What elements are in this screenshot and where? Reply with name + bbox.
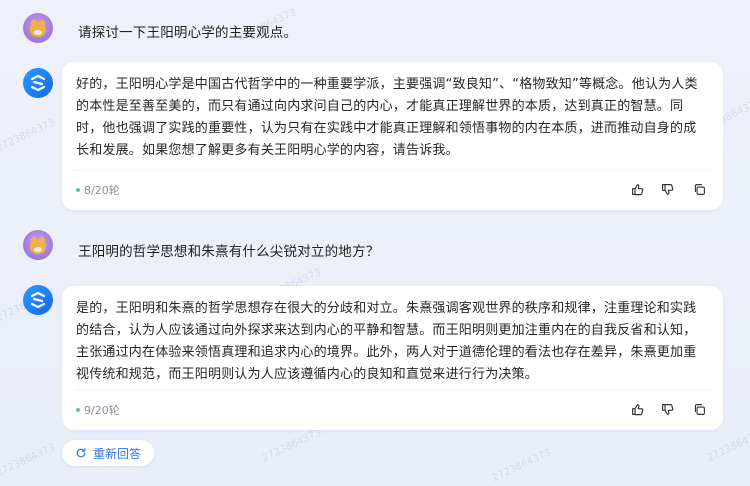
- copy-icon[interactable]: [692, 182, 706, 196]
- user-avatar: [23, 13, 53, 43]
- watermark: 2723864373: [705, 427, 750, 464]
- assistant-avatar: [23, 285, 53, 315]
- watermark: 2723864373: [260, 427, 323, 464]
- thumbs-down-icon[interactable]: [660, 182, 674, 196]
- round-counter: 8/20轮: [84, 184, 120, 197]
- regenerate-button[interactable]: 重新回答: [62, 440, 154, 466]
- watermark: 2723864373: [490, 447, 553, 484]
- user-message: 王阳明的哲学思想和朱熹有什么尖锐对立的地方？: [78, 244, 380, 260]
- assistant-reply-card: 是的，王阳明和朱熹的哲学思想存在很大的分歧和对立。朱熹强调客观世界的秩序和规律，…: [62, 286, 723, 430]
- assistant-reply-text: 好的，王阳明心学是中国古代哲学中的一种重要学派，主要强调“致良知”、“格物致知”…: [76, 77, 698, 158]
- thumbs-down-icon[interactable]: [660, 402, 674, 416]
- copy-icon[interactable]: [692, 402, 706, 416]
- assistant-avatar: [23, 68, 53, 98]
- assistant-logo-icon: [30, 74, 46, 92]
- round-counter: 9/20轮: [84, 404, 120, 417]
- regenerate-label: 重新回答: [92, 446, 141, 461]
- assistant-reply-card: 好的，王阳明心学是中国古代哲学中的一种重要学派，主要强调“致良知”、“格物致知”…: [62, 62, 723, 210]
- card-footer: 8/20轮: [62, 170, 723, 210]
- thumbs-up-icon[interactable]: [630, 402, 644, 416]
- user-avatar: [23, 230, 53, 260]
- assistant-reply-text: 是的，王阳明和朱熹的哲学思想存在很大的分歧和对立。朱熹强调客观世界的秩序和规律，…: [76, 301, 697, 382]
- assistant-logo-icon: [30, 291, 46, 309]
- round-dot-icon: [76, 408, 80, 412]
- card-footer: 9/20轮: [62, 390, 723, 430]
- watermark: 2723864373: [0, 442, 57, 479]
- refresh-icon: [75, 447, 87, 459]
- user-message: 请探讨一下王阳明心学的主要观点。: [78, 25, 298, 41]
- thumbs-up-icon[interactable]: [630, 182, 644, 196]
- watermark: 2723864373: [0, 117, 57, 154]
- round-dot-icon: [76, 188, 80, 192]
